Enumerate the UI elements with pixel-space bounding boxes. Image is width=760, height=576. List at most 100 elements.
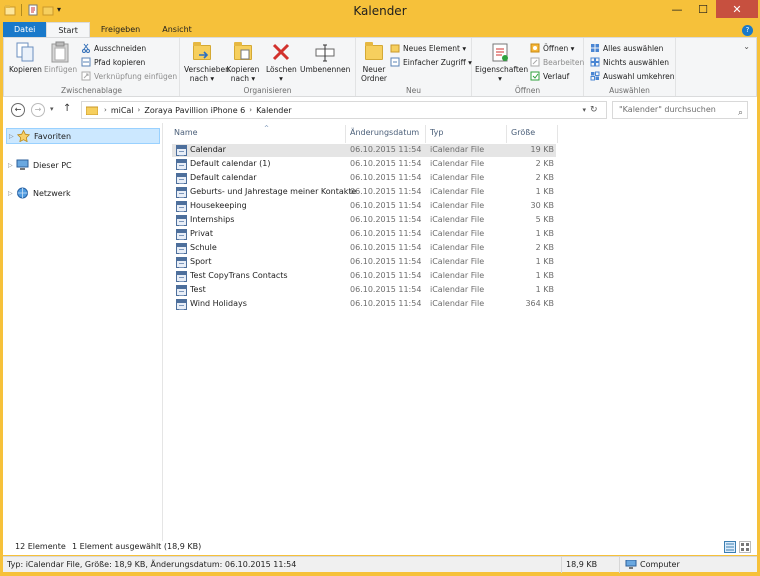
column-header-size[interactable]: Größe — [511, 125, 555, 141]
file-row[interactable]: Internships 06.10.2015 11:54 iCalendar F… — [172, 214, 556, 227]
column-header-date[interactable]: Änderungsdatum — [350, 125, 424, 141]
file-date: 06.10.2015 11:54 — [350, 159, 422, 168]
file-list: Name ^ Änderungsdatum Typ Größe Calendar… — [164, 123, 757, 541]
select-none-icon — [590, 57, 600, 67]
chevron-right-icon[interactable]: › — [104, 106, 107, 114]
file-row[interactable]: Wind Holidays 06.10.2015 11:54 iCalendar… — [172, 298, 556, 311]
organize-group-label: Organisieren — [243, 86, 292, 95]
history-button[interactable]: Verlauf — [530, 70, 569, 82]
copy-to-button[interactable]: Kopieren nach ▾ — [226, 41, 260, 83]
column-header-type[interactable]: Typ — [430, 125, 504, 141]
paste-shortcut-label: Verknüpfung einfügen — [94, 71, 178, 81]
easy-access-button[interactable]: Einfacher Zugriff ▾ — [390, 56, 472, 68]
invert-selection-button[interactable]: Auswahl umkehren — [590, 70, 675, 82]
file-row[interactable]: Default calendar (1) 06.10.2015 11:54 iC… — [172, 158, 556, 171]
delete-button[interactable]: Löschen ▾ — [266, 41, 297, 83]
properties-button[interactable]: Eigenschaften ▾ — [475, 41, 528, 83]
refresh-icon[interactable]: ↻ — [590, 105, 602, 117]
breadcrumb-device[interactable]: Zoraya Pavillion iPhone 6 — [144, 106, 245, 115]
minimize-button[interactable]: — — [664, 0, 690, 18]
large-icons-view-icon[interactable] — [739, 541, 751, 553]
nav-item-this-pc[interactable]: ▷ Dieser PC — [6, 157, 160, 173]
select-all-button[interactable]: Alles auswählen — [590, 42, 663, 54]
copy-to-label-1: Kopieren — [226, 65, 260, 74]
tab-share[interactable]: Freigeben — [90, 22, 151, 38]
copy-button[interactable]: Kopieren — [9, 41, 42, 74]
close-button[interactable]: ✕ — [716, 0, 758, 18]
expand-icon[interactable]: ▷ — [8, 190, 16, 197]
item-count: 12 Elemente — [15, 542, 66, 551]
file-date: 06.10.2015 11:54 — [350, 173, 422, 182]
file-date: 06.10.2015 11:54 — [350, 257, 422, 266]
select-none-button[interactable]: Nichts auswählen — [590, 56, 669, 68]
address-bar[interactable]: › miCal › Zoraya Pavillion iPhone 6 › Ka… — [81, 101, 607, 119]
tab-home[interactable]: Start — [46, 22, 90, 38]
breadcrumb-current[interactable]: Kalender — [256, 106, 292, 115]
title-bar: ▾ Kalender — ☐ ✕ — [0, 0, 760, 22]
edit-icon — [530, 57, 540, 67]
calendar-file-icon — [176, 285, 187, 296]
divider — [619, 557, 620, 573]
chevron-right-icon[interactable]: › — [138, 106, 141, 114]
select-all-icon — [590, 43, 600, 53]
column-divider[interactable] — [557, 125, 558, 143]
file-size: 19 KB — [530, 145, 554, 154]
maximize-button[interactable]: ☐ — [690, 0, 716, 18]
new-folder-button[interactable]: Neuer Ordner — [360, 41, 388, 83]
nav-item-network[interactable]: ▷ Netzwerk — [6, 185, 160, 201]
rename-button[interactable]: Umbenennen — [300, 41, 350, 74]
paste-button[interactable]: Einfügen — [44, 41, 77, 74]
copy-path-label: Pfad kopieren — [94, 57, 146, 67]
search-input[interactable]: "Kalender" durchsuchen ⌕ — [612, 101, 748, 119]
help-icon[interactable]: ? — [742, 25, 753, 36]
file-row[interactable]: Test 06.10.2015 11:54 iCalendar File 1 K… — [172, 284, 556, 297]
file-date: 06.10.2015 11:54 — [350, 229, 422, 238]
file-row[interactable]: Geburts- und Jahrestage meiner Kontakte … — [172, 186, 556, 199]
window-controls: — ☐ ✕ — [664, 0, 758, 18]
move-to-button[interactable]: Verschieben nach ▾ — [184, 41, 230, 83]
file-size: 1 KB — [535, 229, 554, 238]
breadcrumb-mical[interactable]: miCal — [111, 106, 134, 115]
ribbon-expand-icon[interactable]: ⌄ — [743, 42, 750, 51]
file-row[interactable]: Housekeeping 06.10.2015 11:54 iCalendar … — [172, 200, 556, 213]
up-arrow-icon[interactable]: ↑ — [63, 103, 71, 114]
file-row[interactable]: Calendar 06.10.2015 11:54 iCalendar File… — [172, 144, 556, 157]
details-view-icon[interactable] — [724, 541, 736, 553]
copy-path-button[interactable]: Pfad kopieren — [81, 56, 145, 68]
tab-file[interactable]: Datei — [3, 22, 47, 38]
rename-icon — [314, 41, 336, 63]
new-item-button[interactable]: Neues Element ▾ — [390, 42, 466, 54]
chevron-right-icon[interactable]: › — [249, 106, 252, 114]
tab-view[interactable]: Ansicht — [151, 22, 203, 38]
status-bar: 12 Elemente 1 Element ausgewählt (18,9 K… — [3, 541, 757, 555]
file-row[interactable]: Schule 06.10.2015 11:54 iCalendar File 2… — [172, 242, 556, 255]
calendar-file-icon — [176, 271, 187, 282]
file-size: 1 KB — [535, 257, 554, 266]
file-row[interactable]: Privat 06.10.2015 11:54 iCalendar File 1… — [172, 228, 556, 241]
nav-item-favorites[interactable]: ▷ Favoriten — [6, 128, 160, 144]
expand-icon[interactable]: ▷ — [8, 162, 16, 169]
chevron-down-icon[interactable]: ▾ — [582, 106, 586, 114]
file-type: iCalendar File — [430, 145, 485, 154]
open-button[interactable]: Öffnen ▾ — [530, 42, 574, 54]
cut-button[interactable]: Ausschneiden — [81, 42, 146, 54]
forward-arrow-icon[interactable]: → — [31, 103, 45, 117]
edit-button[interactable]: Bearbeiten — [530, 56, 584, 68]
file-row[interactable]: Sport 06.10.2015 11:54 iCalendar File 1 … — [172, 256, 556, 269]
content-area: ▷ Favoriten ▷ Dieser PC ▷ Netzwerk Name … — [3, 123, 757, 541]
recent-locations-icon[interactable]: ▾ — [50, 105, 54, 113]
properties-icon — [489, 41, 511, 63]
back-arrow-icon[interactable]: ← — [11, 103, 25, 117]
file-row[interactable]: Test CopyTrans Contacts 06.10.2015 11:54… — [172, 270, 556, 283]
column-divider[interactable] — [425, 125, 426, 143]
details-size: 18,9 KB — [566, 560, 598, 569]
file-row[interactable]: Default calendar 06.10.2015 11:54 iCalen… — [172, 172, 556, 185]
file-name: Default calendar — [190, 173, 257, 182]
expand-icon[interactable]: ▷ — [9, 133, 17, 140]
paste-shortcut-button[interactable]: Verknüpfung einfügen — [81, 70, 177, 82]
copy-label: Kopieren — [9, 65, 42, 74]
column-divider[interactable] — [506, 125, 507, 143]
column-divider[interactable] — [345, 125, 346, 143]
move-to-label-2: nach — [189, 74, 209, 83]
column-header-name[interactable]: Name ^ — [174, 125, 344, 141]
